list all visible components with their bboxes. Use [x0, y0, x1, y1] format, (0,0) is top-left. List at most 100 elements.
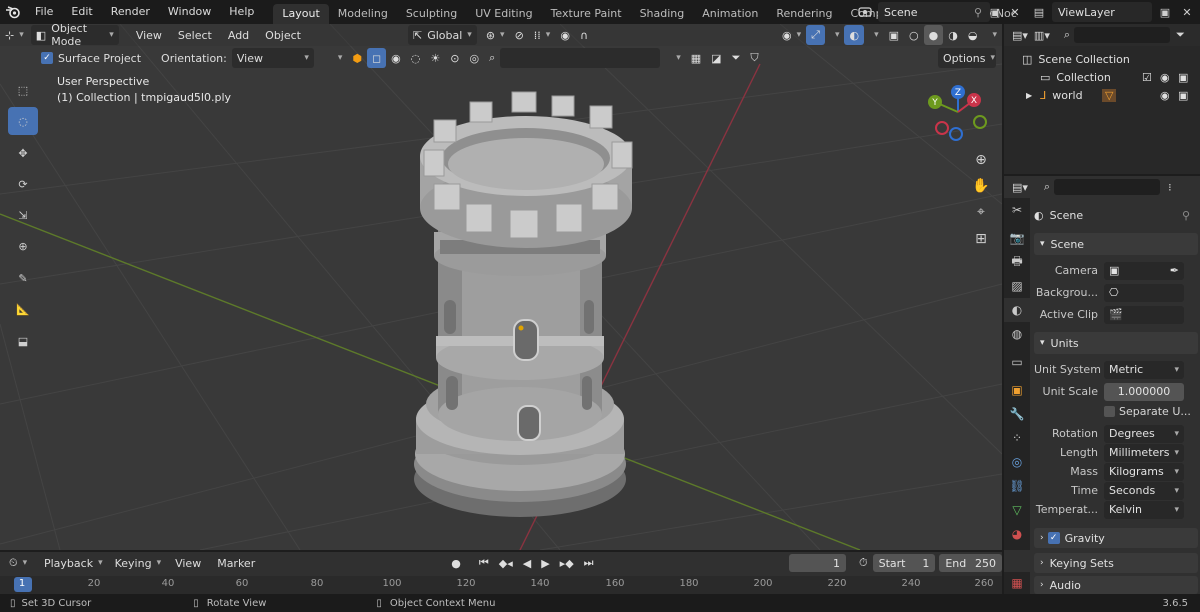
properties-search-input[interactable] [1054, 179, 1161, 195]
menu-keying[interactable]: Keying ▾ [110, 553, 166, 573]
outliner-editor-icon[interactable]: ▤▾ [1012, 29, 1028, 42]
falloff-icon[interactable]: ∩ [575, 25, 593, 45]
delete-scene-icon[interactable]: ✕ [1006, 3, 1024, 21]
tab-layout[interactable]: Layout [273, 4, 329, 24]
unit-scale-field[interactable]: 1.000000 [1104, 382, 1184, 401]
measure-icon[interactable]: 📐 [8, 295, 38, 323]
search-icon[interactable]: ⌕ [484, 48, 500, 68]
filter-icon[interactable]: ⏷ [727, 48, 746, 68]
jump-end-icon[interactable]: ⏭ [579, 553, 599, 573]
tower-mesh[interactable] [414, 91, 633, 517]
tab-animation[interactable]: Animation [693, 4, 767, 24]
snap-dropdown-icon[interactable]: ▾ [328, 48, 348, 68]
mode-dropdown[interactable]: ◧ Object Mode ▾ [30, 24, 119, 48]
orientation-dropdown[interactable]: View ▾ [231, 48, 314, 68]
camera-render-icon[interactable]: ▣ [1178, 89, 1188, 102]
prev-keyframe-icon[interactable]: ◆◂ [494, 553, 518, 573]
curve-mode-icon[interactable]: ◌ [406, 48, 426, 68]
gizmo-dropdown-icon[interactable]: ▾ [825, 25, 845, 45]
menu-object[interactable]: Object [260, 25, 306, 45]
restrict-icon[interactable]: ▦ [686, 48, 706, 68]
snap-target-icon[interactable]: ⁞⁞ ▾ [529, 25, 556, 45]
temperature-dropdown[interactable]: Kelvin ▾ [1104, 500, 1184, 519]
transform-orientation-dropdown[interactable]: ⇱ Global ▾ [407, 25, 477, 45]
surface-project-checkbox[interactable]: ✓ Surface Project [36, 48, 146, 68]
grid-ortho-icon[interactable]: ⊞ [971, 229, 991, 249]
camera-render-icon[interactable]: ▣ [1178, 71, 1188, 84]
eye-icon[interactable]: ◉ [1160, 89, 1170, 102]
tab-tool-icon[interactable]: ✂ [1004, 198, 1030, 222]
menu-help[interactable]: Help [220, 0, 263, 24]
mass-dropdown[interactable]: Kilograms ▾ [1104, 462, 1184, 481]
snap-icon[interactable]: ⊘ [510, 25, 529, 45]
menu-marker[interactable]: Marker [212, 553, 260, 573]
menu-select[interactable]: Select [173, 25, 217, 45]
blender-logo-icon[interactable] [0, 0, 26, 24]
mesh-mode-icon[interactable]: ◉ [386, 48, 406, 68]
active-clip-field[interactable]: 🎬 [1104, 305, 1184, 324]
new-view-layer-icon[interactable]: ▣ [1156, 3, 1174, 21]
timeline-editor-icon[interactable]: ⏲ ▾ [4, 553, 35, 573]
menu-add[interactable]: Add [223, 25, 254, 45]
properties-search-icon[interactable]: ⌕ [1044, 180, 1050, 194]
rotation-dropdown[interactable]: Degrees ▾ [1104, 424, 1184, 443]
include-checkbox-icon[interactable]: ☑ [1142, 71, 1152, 84]
tab-constraints-icon[interactable]: ⛓ [1004, 474, 1030, 498]
3d-viewport[interactable]: ⊹ ▾ ◧ Object Mode ▾ View Select Add Object… [0, 24, 1002, 550]
shading-material-icon[interactable]: ◑ [943, 25, 963, 45]
navigation-gizmo[interactable]: Z Y X [922, 82, 992, 152]
scene-browse-icon[interactable] [856, 3, 874, 21]
play-icon[interactable]: ▶ [536, 553, 554, 573]
tab-material-icon[interactable]: ◕ [1004, 522, 1030, 546]
next-keyframe-icon[interactable]: ▸◆ [555, 553, 579, 573]
select-circle-icon[interactable]: ◌ [8, 107, 38, 135]
tab-modifier-icon[interactable]: 🔧 [1004, 402, 1030, 426]
timeline-ruler[interactable]: 1 20 40 60 80 100 120 140 160 180 200 22… [0, 576, 1002, 594]
menu-timeline-view[interactable]: View [170, 553, 206, 573]
pan-hand-icon[interactable]: ✋ [971, 176, 991, 196]
tab-extra-icon[interactable]: ▦ [1004, 572, 1030, 594]
shading-rendered-icon[interactable]: ◒ [963, 25, 983, 45]
menu-view[interactable]: View [131, 25, 167, 45]
menu-window[interactable]: Window [159, 0, 220, 24]
options-dropdown[interactable]: Options ▾ [938, 48, 996, 68]
tab-texture-paint[interactable]: Texture Paint [542, 4, 631, 24]
tab-rendering[interactable]: Rendering [767, 4, 841, 24]
length-dropdown[interactable]: Millimeters ▾ [1104, 443, 1184, 462]
eyedropper-icon[interactable]: ✒ [1170, 264, 1179, 277]
units-panel-header[interactable]: ▾ Units [1034, 332, 1198, 354]
rotate-icon[interactable]: ⟳ [8, 170, 38, 198]
tab-modeling[interactable]: Modeling [329, 4, 397, 24]
tab-particles-icon[interactable]: ⁘ [1004, 426, 1030, 450]
camera-mode-icon[interactable]: ⊙ [445, 48, 464, 68]
transform-icon[interactable]: ⊕ [8, 232, 38, 260]
tab-render-icon[interactable]: 📷 [1004, 226, 1030, 250]
hide-icon[interactable]: ◪ [706, 48, 726, 68]
empty-mode-icon[interactable]: ◎ [464, 48, 484, 68]
outliner-scene-collection[interactable]: ◫ Scene Collection [1004, 50, 1200, 68]
time-dropdown[interactable]: Seconds ▾ [1104, 481, 1184, 500]
overlay-dropdown-icon[interactable]: ▾ [864, 25, 884, 45]
menu-edit[interactable]: Edit [62, 0, 101, 24]
modifier-icon[interactable]: ▽ [1102, 88, 1117, 102]
view-layer-browse-icon[interactable]: ▤ [1030, 3, 1048, 21]
select-box-icon[interactable]: ◻ [367, 48, 387, 68]
tab-object-icon[interactable]: ▣ [1004, 378, 1030, 402]
audio-panel-header[interactable]: › Audio [1034, 576, 1198, 594]
add-cube-icon[interactable]: ⬓ [8, 327, 38, 355]
outliner-item-collection[interactable]: ▭ Collection ☑ ◉ ▣ [1004, 68, 1200, 86]
visibility-icon[interactable]: ◉ ▾ [777, 25, 806, 45]
overlay-toggle-icon[interactable]: ◐ [844, 25, 865, 45]
display-mode-icon[interactable]: ▥▾ [1034, 29, 1050, 42]
tab-scene-icon[interactable]: ◐ [1004, 298, 1030, 322]
select-cursor-icon[interactable]: ⬚ [8, 76, 38, 104]
stopwatch-icon[interactable]: ⏱ [854, 553, 873, 573]
scene-panel-header[interactable]: ▾ Scene [1034, 233, 1198, 255]
separate-units-checkbox[interactable]: Separate U... [1104, 405, 1191, 418]
tab-sculpting[interactable]: Sculpting [397, 4, 466, 24]
tab-shading[interactable]: Shading [631, 4, 694, 24]
tab-output-icon[interactable]: 🖶 [1004, 250, 1030, 274]
gizmo-toggle-icon[interactable]: ⤢ [806, 25, 825, 45]
shield-check-icon[interactable]: ⛉ [745, 48, 763, 68]
tab-view-layer-icon[interactable]: ▨ [1004, 274, 1030, 298]
